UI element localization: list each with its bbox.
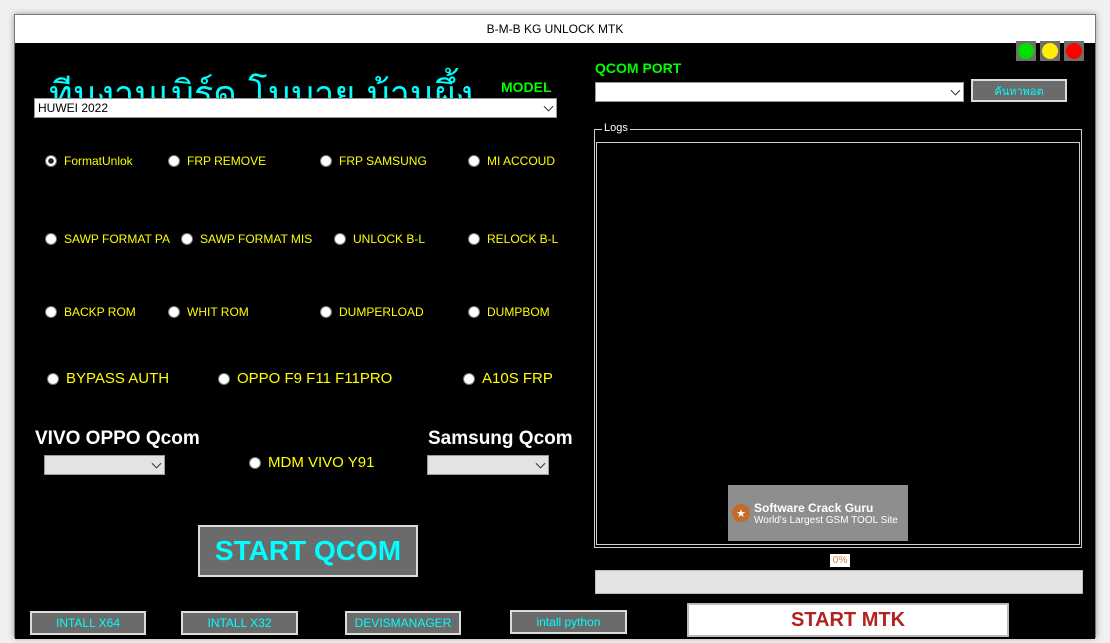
radio-dot [47, 372, 59, 385]
model-select-value: HUWEI 2022 [38, 101, 109, 115]
radio-dumper-load[interactable]: DUMPERLOAD [320, 305, 424, 319]
radio-dot [468, 233, 480, 245]
radio-swap-format-mis[interactable]: SAWP FORMAT MIS [181, 232, 312, 246]
watermark-banner: ★ Software Crack Guru World's Largest GS… [728, 485, 908, 541]
chevron-down-icon [950, 85, 961, 96]
chevron-down-icon [543, 101, 554, 112]
qcom-port-select[interactable] [595, 82, 964, 102]
progress-bar [595, 570, 1083, 594]
radio-frp-samsung[interactable]: FRP SAMSUNG [320, 154, 427, 168]
find-port-button[interactable]: ค้นหาพอต [971, 79, 1067, 102]
radio-oppo-f9-f11[interactable]: OPPO F9 F11 F11PRO [218, 370, 392, 387]
radio-dot [334, 233, 346, 245]
radio-dot [468, 306, 480, 318]
radio-dot [45, 233, 57, 245]
radio-dot [168, 155, 180, 167]
radio-dot [468, 155, 480, 167]
model-select[interactable]: HUWEI 2022 [34, 98, 557, 118]
green-status-light [1016, 41, 1036, 61]
main-panel: ทีมงานเบิร์ด โมบาย บ้านผึ้ง MODEL HUWEI … [15, 41, 1095, 639]
radio-dot [320, 155, 332, 167]
model-label: MODEL [501, 79, 552, 95]
radio-dot [249, 456, 261, 469]
radio-bypass-auth[interactable]: BYPASS AUTH [47, 370, 169, 387]
vivo-oppo-qcom-label: VIVO OPPO Qcom [35, 428, 200, 449]
radio-dot [45, 306, 57, 318]
watermark-subtitle: World's Largest GSM TOOL Site [754, 514, 898, 526]
progress-percent: 0% [830, 554, 850, 567]
radio-relock-bl[interactable]: RELOCK B-L [468, 232, 558, 246]
qcom-port-label: QCOM PORT [595, 60, 682, 76]
radio-format-unlock[interactable]: FormatUnlok [45, 154, 133, 168]
radio-swap-format-pa[interactable]: SAWP FORMAT PA [45, 232, 170, 246]
device-manager-button[interactable]: DEVISMANAGER [345, 611, 461, 635]
start-mtk-button[interactable]: START MTK [687, 603, 1009, 637]
radio-mi-account[interactable]: MI ACCOUD [468, 154, 555, 168]
radio-backup-rom[interactable]: BACKP ROM [45, 305, 136, 319]
radio-dot [45, 155, 57, 167]
radio-dot [168, 306, 180, 318]
radio-dot [463, 372, 475, 385]
radio-dot [181, 233, 193, 245]
radio-frp-remove[interactable]: FRP REMOVE [168, 154, 266, 168]
vivo-oppo-qcom-select[interactable] [44, 455, 165, 475]
samsung-qcom-label: Samsung Qcom [428, 428, 573, 449]
radio-unlock-bl[interactable]: UNLOCK B-L [334, 232, 425, 246]
star-icon: ★ [732, 504, 750, 522]
install-x64-button[interactable]: INTALL X64 [30, 611, 146, 635]
radio-mdm-vivo-y91[interactable]: MDM VIVO Y91 [249, 454, 374, 471]
window-title: B-M-B KG UNLOCK MTK [486, 22, 624, 36]
title-bar[interactable]: B-M-B KG UNLOCK MTK [15, 15, 1095, 43]
radio-dump-bom[interactable]: DUMPBOM [468, 305, 550, 319]
yellow-status-light [1040, 41, 1060, 61]
start-qcom-button[interactable]: START QCOM [198, 525, 418, 577]
red-status-light [1064, 41, 1084, 61]
logs-label: Logs [602, 122, 630, 134]
samsung-qcom-select[interactable] [427, 455, 549, 475]
install-python-button[interactable]: intall python [510, 610, 627, 634]
chevron-down-icon [151, 458, 162, 469]
radio-a10s-frp[interactable]: A10S FRP [463, 370, 553, 387]
radio-dot [218, 372, 230, 385]
chevron-down-icon [535, 458, 546, 469]
app-window: B-M-B KG UNLOCK MTK ทีมงานเบิร์ด โมบาย บ… [14, 14, 1096, 639]
logs-group: Logs ★ Software Crack Guru World's Large… [594, 122, 1082, 548]
radio-write-rom[interactable]: WHIT ROM [168, 305, 249, 319]
radio-dot [320, 306, 332, 318]
install-x32-button[interactable]: INTALL X32 [181, 611, 298, 635]
watermark-title: Software Crack Guru [754, 500, 874, 515]
